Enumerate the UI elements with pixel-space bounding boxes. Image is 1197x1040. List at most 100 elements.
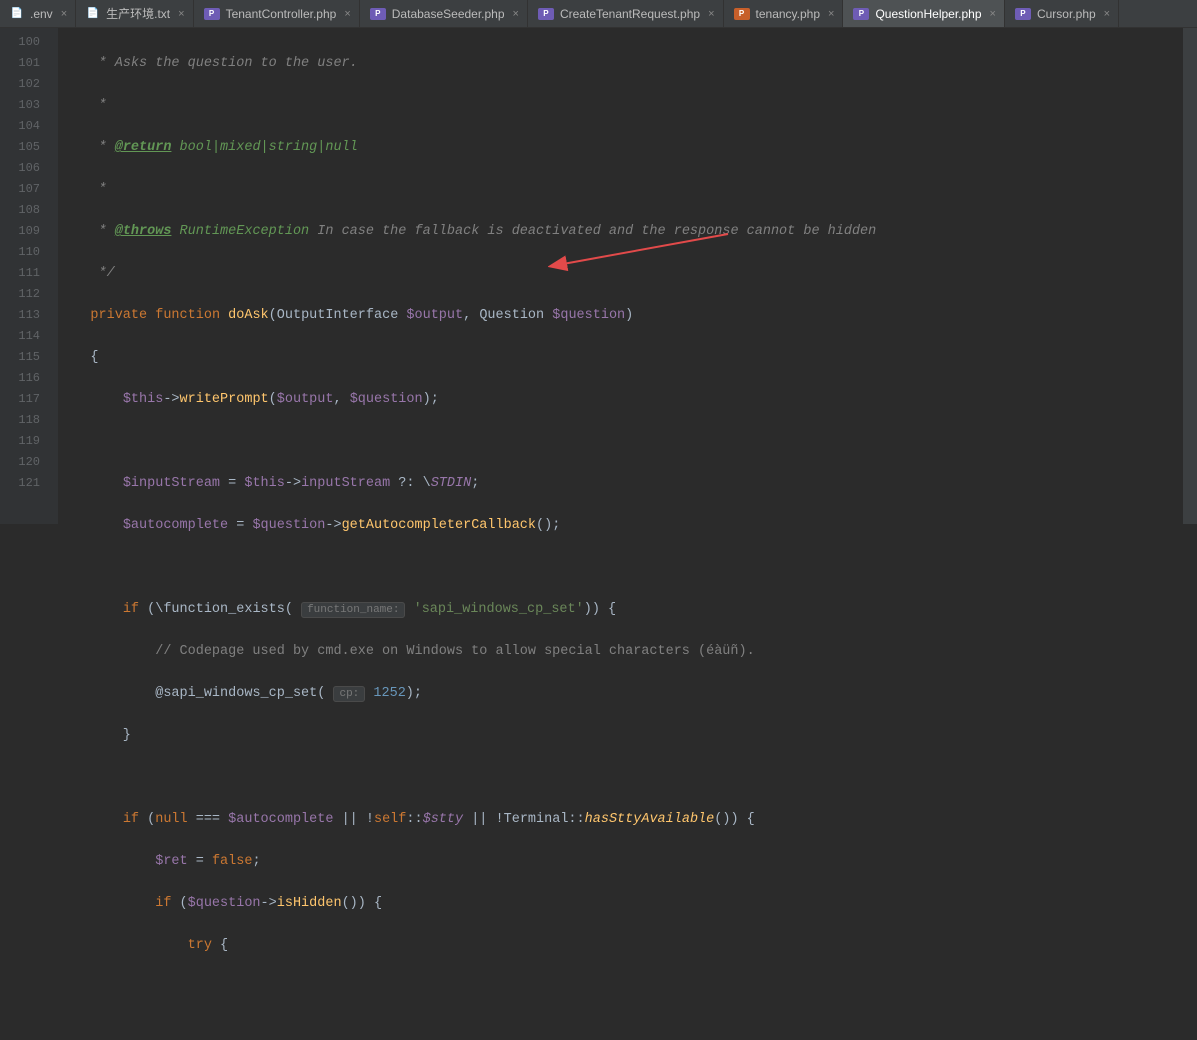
kw-if: if [155,896,171,911]
tab-tenancy[interactable]: P tenancy.php × [724,0,844,27]
indent [58,896,155,911]
close-icon[interactable]: × [61,8,67,20]
builtin: sapi_windows_cp_set [163,686,317,701]
end: ); [406,686,422,701]
close-icon[interactable]: × [1104,8,1110,20]
indent [58,476,123,491]
doc-text: bool|mixed|string|null [171,140,357,155]
static-method: hasSttyAvailable [585,812,715,827]
suppress: @ [155,686,163,701]
line-number: 107 [0,179,40,200]
line-number: 108 [0,200,40,221]
vertical-scrollbar[interactable] [1183,28,1197,524]
line-number: 110 [0,242,40,263]
param: $question [552,308,625,323]
end: (); [536,518,560,533]
property: inputStream [301,476,390,491]
var: $output [277,392,334,407]
tab-question-helper[interactable]: P QuestionHelper.php × [843,0,1005,27]
var: $autocomplete [228,812,333,827]
end: ; [471,476,479,491]
string: 'sapi_windows_cp_set' [414,602,584,617]
param-hint: function_name: [301,602,405,618]
editor-tabs: 📄 .env × 📄 生产环境.txt × P TenantController… [0,0,1197,28]
indent [58,812,123,827]
paren: ( [139,812,155,827]
close-icon[interactable]: × [708,8,714,20]
var: $question [350,392,423,407]
var: $ret [155,854,187,869]
line-number: 121 [0,473,40,494]
close-icon[interactable]: × [178,8,184,20]
tab-create-tenant-request[interactable]: P CreateTenantRequest.php × [528,0,724,27]
arrow: -> [325,518,341,533]
func-name: doAsk [228,308,269,323]
doc-prefix: * [58,56,115,71]
comma: , [333,392,349,407]
const-stdin: STDIN [431,476,472,491]
line-number: 112 [0,284,40,305]
line-number: 120 [0,452,40,473]
doc-text: In case the fallback is deactivated and … [309,224,876,239]
self: self [374,812,406,827]
tab-prod-env[interactable]: 📄 生产环境.txt × [76,0,193,27]
op: = [228,518,252,533]
end: { [212,938,228,953]
var: $inputStream [123,476,220,491]
line-number: 115 [0,347,40,368]
php-icon: P [204,8,220,20]
method: writePrompt [180,392,269,407]
line-number: 118 [0,410,40,431]
indent [58,602,123,617]
op: || ! [333,812,374,827]
indent [58,392,123,407]
line-number: 106 [0,158,40,179]
php-icon: P [853,8,869,20]
close-icon[interactable]: × [990,8,996,20]
line-number: 116 [0,368,40,389]
arrow: -> [261,896,277,911]
end: ; [252,854,260,869]
line-number: 103 [0,95,40,116]
op: === [188,812,229,827]
indent [58,854,155,869]
tab-label: CreateTenantRequest.php [560,7,700,21]
var: $autocomplete [123,518,228,533]
close-icon[interactable]: × [828,8,834,20]
space [365,686,373,701]
doc-prefix: * [58,224,115,239]
end: ()) { [714,812,755,827]
line-number: 114 [0,326,40,347]
tab-cursor[interactable]: P Cursor.php × [1005,0,1119,27]
method: isHidden [277,896,342,911]
indent [58,938,188,953]
line-number: 102 [0,74,40,95]
null: null [155,812,187,827]
doc-exception: RuntimeException [171,224,309,239]
doc-tag-throws: @throws [115,224,172,239]
file-icon: 📄 [86,7,100,21]
tab-database-seeder[interactable]: P DatabaseSeeder.php × [360,0,528,27]
tab-tenant-controller[interactable]: P TenantController.php × [194,0,360,27]
doc-prefix: * [58,182,107,197]
code-area[interactable]: * Asks the question to the user. * * @re… [58,28,1183,524]
doc-close: */ [58,266,115,281]
false: false [212,854,253,869]
tab-label: QuestionHelper.php [875,7,981,21]
doc-prefix: * [58,98,107,113]
line-number: 101 [0,53,40,74]
paren: (\ [139,602,163,617]
tab-label: DatabaseSeeder.php [392,7,505,21]
close-icon[interactable]: × [344,8,350,20]
var: $question [188,896,261,911]
paren: ( [171,896,187,911]
sig: , Question [463,308,552,323]
tab-env[interactable]: 📄 .env × [0,0,76,27]
brace: { [58,350,99,365]
op: = [188,854,212,869]
line-gutter: 1001011021031041051061071081091101111121… [0,28,58,524]
close-icon[interactable]: × [513,8,519,20]
sig: ) [625,308,633,323]
tab-label: tenancy.php [756,7,821,21]
editor[interactable]: 1001011021031041051061071081091101111121… [0,28,1197,524]
